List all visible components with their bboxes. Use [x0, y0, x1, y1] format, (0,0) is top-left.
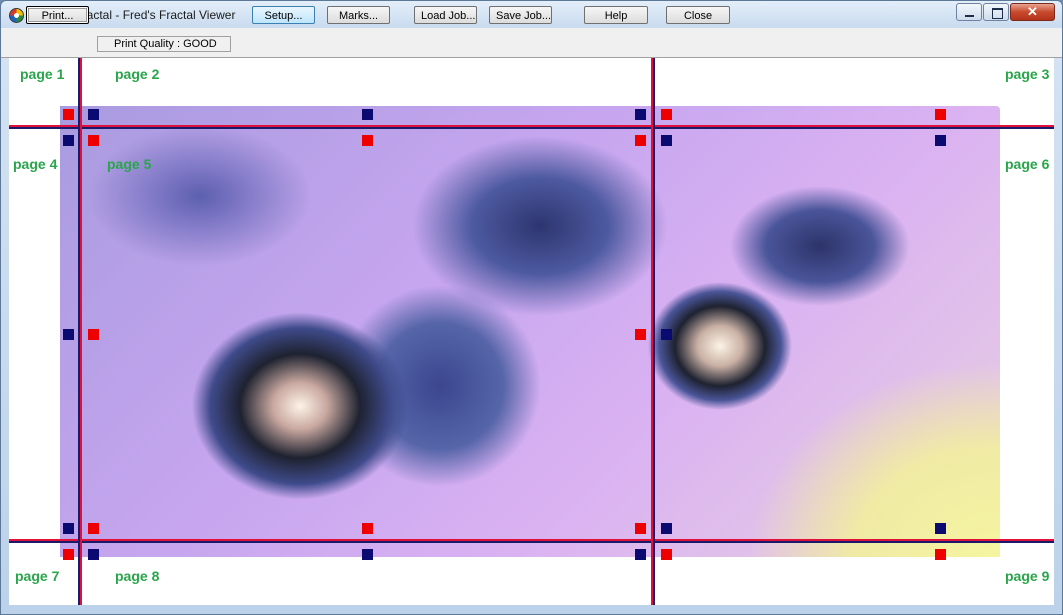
page-label-8: page 8: [115, 568, 160, 584]
crop-mark: [88, 549, 99, 560]
crop-mark: [661, 549, 672, 560]
page-divider-horizontal-top[interactable]: [9, 125, 1054, 129]
crop-mark: [935, 109, 946, 120]
crop-mark: [63, 135, 74, 146]
page-label-4: page 4: [13, 156, 58, 172]
crop-mark: [362, 135, 373, 146]
crop-mark: [661, 109, 672, 120]
page-divider-vertical-right[interactable]: [651, 58, 655, 605]
crop-mark: [63, 549, 74, 560]
crop-mark: [635, 523, 646, 534]
print-button[interactable]: Print...: [26, 6, 89, 24]
print-quality-indicator: Print Quality : GOOD: [97, 36, 231, 52]
page-divider-horizontal-bottom[interactable]: [9, 539, 1054, 543]
fractal-app-icon: [9, 8, 24, 23]
page-label-2: page 2: [115, 66, 160, 82]
page-label-3: page 3: [1005, 66, 1050, 82]
maximize-button[interactable]: [983, 3, 1009, 21]
crop-mark: [88, 109, 99, 120]
page-label-7: page 7: [15, 568, 60, 584]
crop-mark: [635, 549, 646, 560]
page-divider-vertical-left[interactable]: [78, 58, 82, 605]
crop-mark: [935, 549, 946, 560]
minimize-button[interactable]: [956, 3, 982, 21]
crop-mark: [88, 135, 99, 146]
marks-button[interactable]: Marks...: [327, 6, 390, 24]
crop-mark: [63, 329, 74, 340]
crop-mark: [362, 523, 373, 534]
close-button[interactable]: Close: [666, 6, 730, 24]
crop-mark: [88, 329, 99, 340]
crop-mark: [88, 523, 99, 534]
crop-mark: [635, 109, 646, 120]
save-job-button[interactable]: Save Job...: [489, 6, 552, 24]
page-label-6: page 6: [1005, 156, 1050, 172]
crop-mark: [63, 523, 74, 534]
setup-button[interactable]: Setup...: [252, 6, 315, 24]
page-label-1: page 1: [20, 66, 65, 82]
crop-mark: [661, 329, 672, 340]
crop-mark: [635, 329, 646, 340]
crop-mark: [63, 109, 74, 120]
fractal-image: [60, 106, 1000, 557]
crop-mark: [935, 135, 946, 146]
crop-mark: [635, 135, 646, 146]
crop-mark: [661, 523, 672, 534]
page-label-5: page 5: [107, 156, 152, 172]
crop-mark: [362, 549, 373, 560]
crop-mark: [661, 135, 672, 146]
crop-mark: [362, 109, 373, 120]
page-label-9: page 9: [1005, 568, 1050, 584]
close-window-button[interactable]: [1010, 3, 1055, 21]
load-job-button[interactable]: Load Job...: [414, 6, 477, 24]
crop-mark: [935, 523, 946, 534]
help-button[interactable]: Help: [584, 6, 648, 24]
